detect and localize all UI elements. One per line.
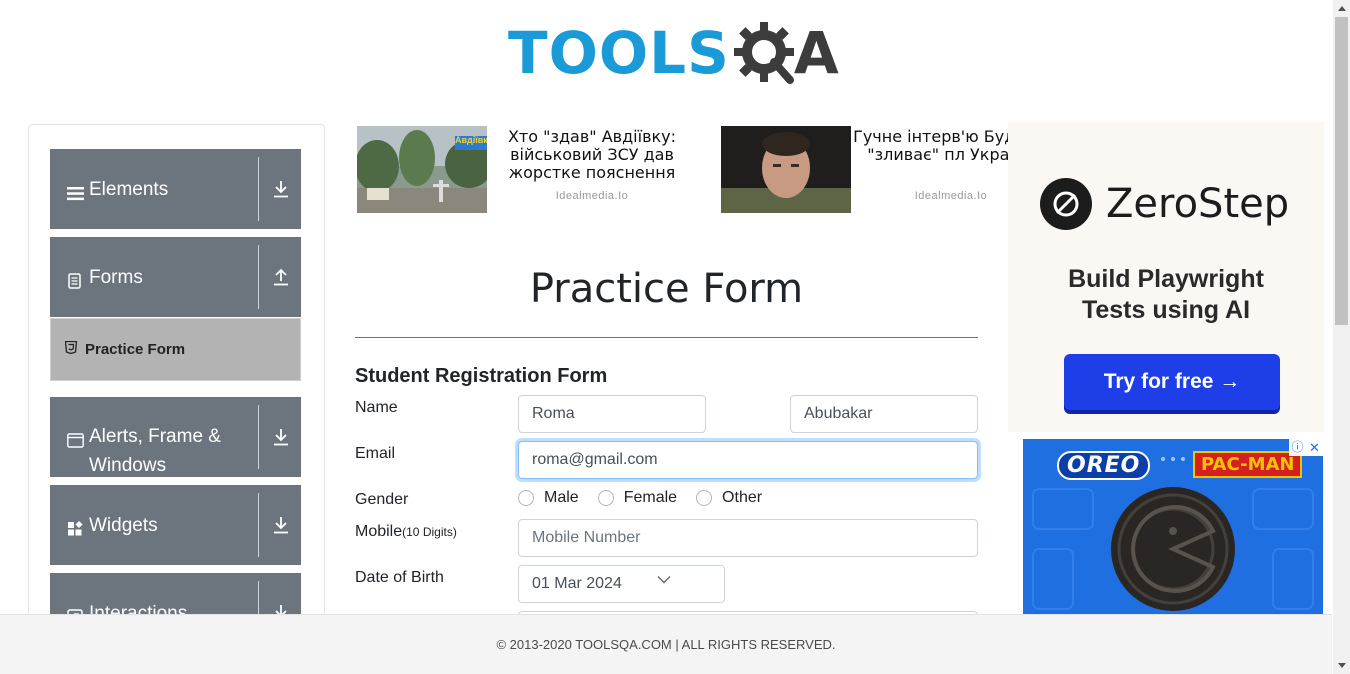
page: TOOLS A Elements Forms Practice Form Ale… [0,0,1350,674]
scroll-down-icon[interactable] [1333,657,1350,674]
sidebar: Elements Forms Practice Form Alerts, Fra… [28,124,325,644]
sidebar-item-label: Practice Form [85,341,186,358]
divider [355,337,978,338]
divider [258,405,259,469]
html5-icon [64,340,78,358]
footer-copyright: © 2013-2020 TOOLSQA.COM | ALL RIGHTS RES… [496,637,836,652]
window-icon [67,428,85,457]
widgets-icon [67,517,85,546]
ad-tagline: Build Playwright Tests using AI [1068,265,1264,324]
ad-headline[interactable]: Гучне інтерв'ю Буд хто "зливає" пл Украї… [851,128,1011,164]
ad-thumb-sign: Авдіївка [455,135,487,145]
last-name-input[interactable] [790,395,978,433]
upload-icon[interactable] [267,237,295,317]
sidebar-group-label: Elements [89,179,169,200]
try-for-free-button[interactable]: Try for free → [1064,354,1280,410]
ad-thumbnail [721,126,851,213]
ad-thumbnail: Авдіївка [357,126,487,213]
dob-label: Date of Birth [355,569,444,586]
footer: © 2013-2020 TOOLSQA.COM | ALL RIGHTS RES… [0,614,1332,674]
ad-headline[interactable]: Хто "здав" Авдіївку: військовий ЗСУ дав … [497,128,687,182]
zerostep-ad[interactable]: ZeroStep Build Playwright Tests using AI… [1008,122,1324,432]
menu-icon [67,181,85,210]
download-icon[interactable] [267,149,295,229]
sidebar-group-label: Forms [89,267,143,288]
sidebar-group-label: Widgets [89,515,158,536]
oreo-logo: OREO [1057,451,1151,480]
radio-button[interactable] [597,490,614,506]
divider [258,245,259,309]
name-label: Name [355,399,398,416]
email-label: Email [355,445,396,462]
sidebar-item-practice-form[interactable]: Practice Form [50,318,301,381]
ad-source: Idealmedia.Io [555,190,629,202]
download-icon[interactable] [267,485,295,565]
first-name-input[interactable] [518,395,706,433]
news-ad-card[interactable]: Авдіївка Хто "здав" Авдіївку: військовий… [357,126,702,214]
download-icon[interactable] [267,397,295,477]
sidebar-group-forms[interactable]: Forms [50,237,301,317]
scroll-up-icon[interactable] [1333,0,1350,17]
news-ad-card[interactable]: Гучне інтерв'ю Буд хто "зливає" пл Украї… [721,126,1011,214]
pacman-logo: PAC-MAN [1193,451,1303,478]
sidebar-group-label-line2: Windows [89,455,167,476]
gear-icon [732,18,802,88]
zerostep-logo-icon [1040,178,1092,230]
ad-brand: ZeroStep [1106,181,1290,227]
gender-label: Gender [355,491,409,508]
date-of-birth-input[interactable] [518,565,725,603]
divider [258,157,259,221]
sidebar-group-label: Alerts, Frame & [89,426,221,447]
logo-text: TOOLS [508,19,730,87]
divider [258,493,259,557]
email-input[interactable] [518,441,978,479]
mobile-hint: (10 Digits) [402,525,457,539]
mobile-input[interactable] [518,519,978,557]
sidebar-group-alerts[interactable]: Alerts, Frame & Windows [50,397,301,477]
scrollbar[interactable] [1333,0,1350,674]
sidebar-group-widgets[interactable]: Widgets [50,485,301,565]
chevron-down-icon[interactable] [657,571,671,589]
info-icon[interactable]: ⓘ [1289,439,1306,456]
form-heading: Student Registration Form [355,365,608,387]
page-title: Practice Form [529,266,804,312]
scrollbar-thumb[interactable] [1335,17,1348,325]
document-icon [67,269,85,298]
ad-source: Idealmedia.Io [914,190,988,202]
mobile-label: Mobile(10 Digits) [355,523,457,540]
gender-other-radio[interactable]: Other [696,489,762,507]
oreo-ad[interactable]: OREO PAC-MAN ⓘ ✕ [1023,439,1323,619]
sidebar-group-elements[interactable]: Elements [50,149,301,229]
radio-button[interactable] [518,490,534,506]
gender-male-radio[interactable]: Male [518,489,579,507]
radio-button[interactable] [696,490,713,506]
gender-female-radio[interactable]: Female [597,489,677,507]
toolsqa-logo[interactable]: TOOLS A [508,14,839,92]
gender-radio-group: Male Female Other [518,489,781,507]
close-icon[interactable]: ✕ [1306,439,1323,456]
